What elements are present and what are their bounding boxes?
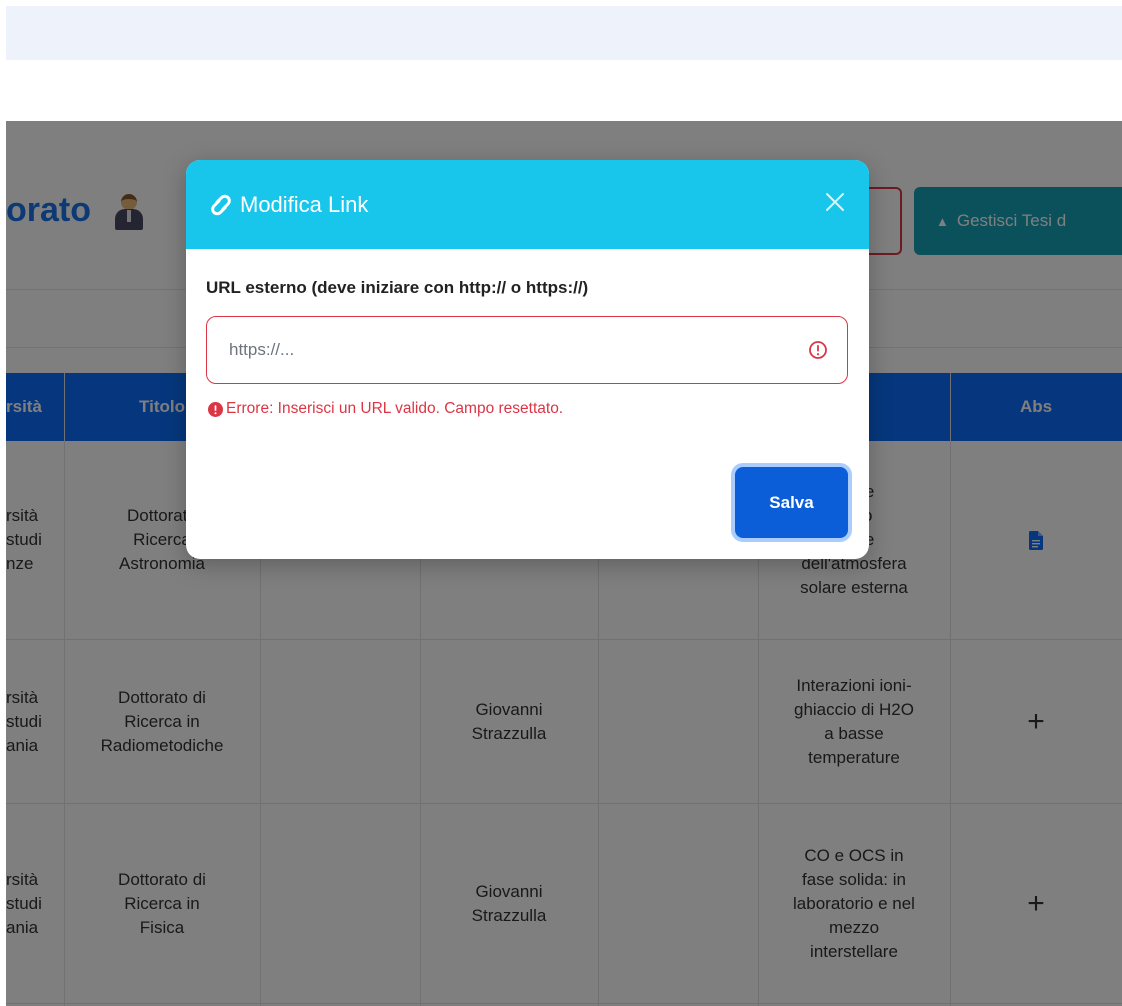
top-navbar: [6, 6, 1122, 60]
save-button[interactable]: Salva: [735, 467, 848, 538]
modal-header: Modifica Link: [186, 160, 869, 249]
exclamation-circle-icon: [208, 401, 223, 417]
url-field-label: URL esterno (deve iniziare con http:// o…: [206, 278, 589, 297]
validation-error: Errore: Inserisci un URL valido. Campo r…: [208, 400, 563, 418]
input-error-icon: [809, 341, 827, 359]
url-input[interactable]: [206, 316, 848, 384]
edit-link-modal: Modifica Link URL esterno (deve iniziare…: [186, 160, 869, 559]
close-icon[interactable]: [823, 190, 847, 214]
error-message: Errore: Inserisci un URL valido. Campo r…: [226, 400, 564, 417]
modal-title: Modifica Link: [240, 191, 369, 217]
page: orato ▲ Gestisci Tesi d rsità Titolo i A…: [0, 0, 1122, 1006]
link-icon: [211, 194, 231, 215]
